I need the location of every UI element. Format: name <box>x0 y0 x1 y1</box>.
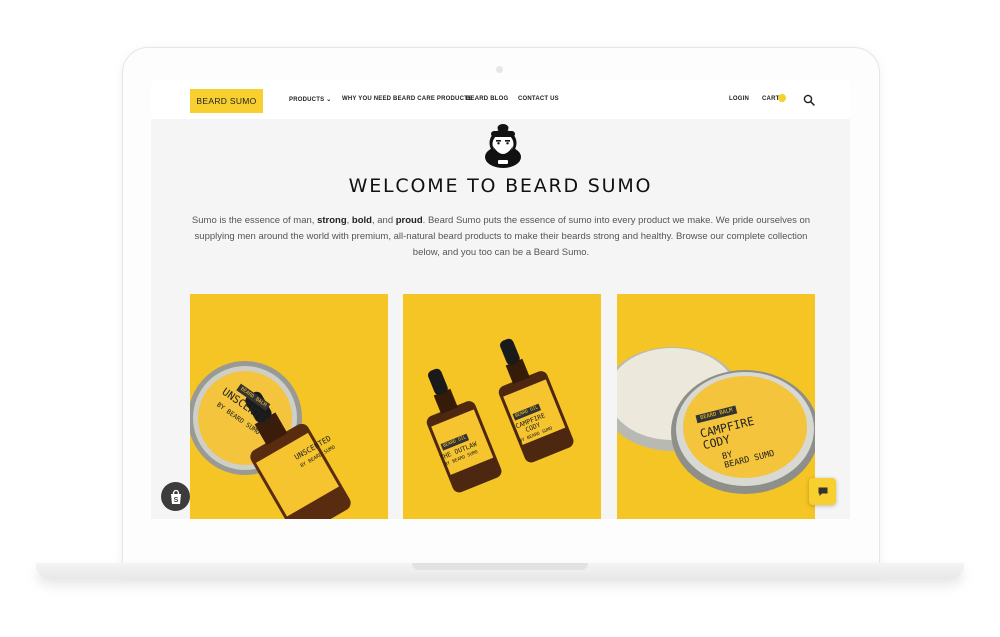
nav-item-why-beard-care[interactable]: WHY YOU NEED BEARD CARE PRODUCTS <box>342 96 472 102</box>
laptop-notch <box>412 563 588 570</box>
chat-icon[interactable] <box>809 478 836 505</box>
nav-item-contact-us[interactable]: CONTACT US <box>518 96 559 102</box>
website-screen: BEARD SUMO PRODUCTS ⌄ WHY YOU NEED BEARD … <box>151 81 850 519</box>
product-card-campfire-cody-balm[interactable]: BEARD BALM CAMPFIRE CODY BY BEARD SUMO <box>617 294 815 519</box>
chevron-down-icon: ⌄ <box>326 97 332 103</box>
sumo-mascot-icon <box>485 124 521 168</box>
hero-section: WELCOME TO BEARD SUMO Sumo is the essenc… <box>151 119 850 519</box>
nav-item-beard-blog[interactable]: BEARD BLOG <box>466 96 508 102</box>
product-card-beard-oils[interactable]: BEARD OIL THE OUTLAW BY BEARD SUMO BEARD… <box>403 294 601 519</box>
login-link[interactable]: LOGIN <box>729 96 749 102</box>
product-card-unscented[interactable]: BEARD BALM UNSCENTED BY BEARD SUMO UNSCE… <box>190 294 388 519</box>
cart-link[interactable]: CART <box>762 96 779 102</box>
shopify-bag-icon[interactable]: S <box>161 482 190 511</box>
search-icon[interactable] <box>803 94 815 106</box>
top-navigation: BEARD SUMO PRODUCTS ⌄ WHY YOU NEED BEARD … <box>151 81 850 119</box>
page-title: WELCOME TO BEARD SUMO <box>348 175 653 197</box>
nav-item-label: PRODUCTS <box>289 97 325 103</box>
nav-item-products[interactable]: PRODUCTS ⌄ <box>289 96 332 103</box>
site-logo[interactable]: BEARD SUMO <box>190 89 263 113</box>
intro-paragraph: Sumo is the essence of man, strong, bold… <box>191 215 811 258</box>
cart-count-badge <box>778 94 786 102</box>
svg-text:S: S <box>173 497 178 504</box>
webcam <box>496 66 503 73</box>
